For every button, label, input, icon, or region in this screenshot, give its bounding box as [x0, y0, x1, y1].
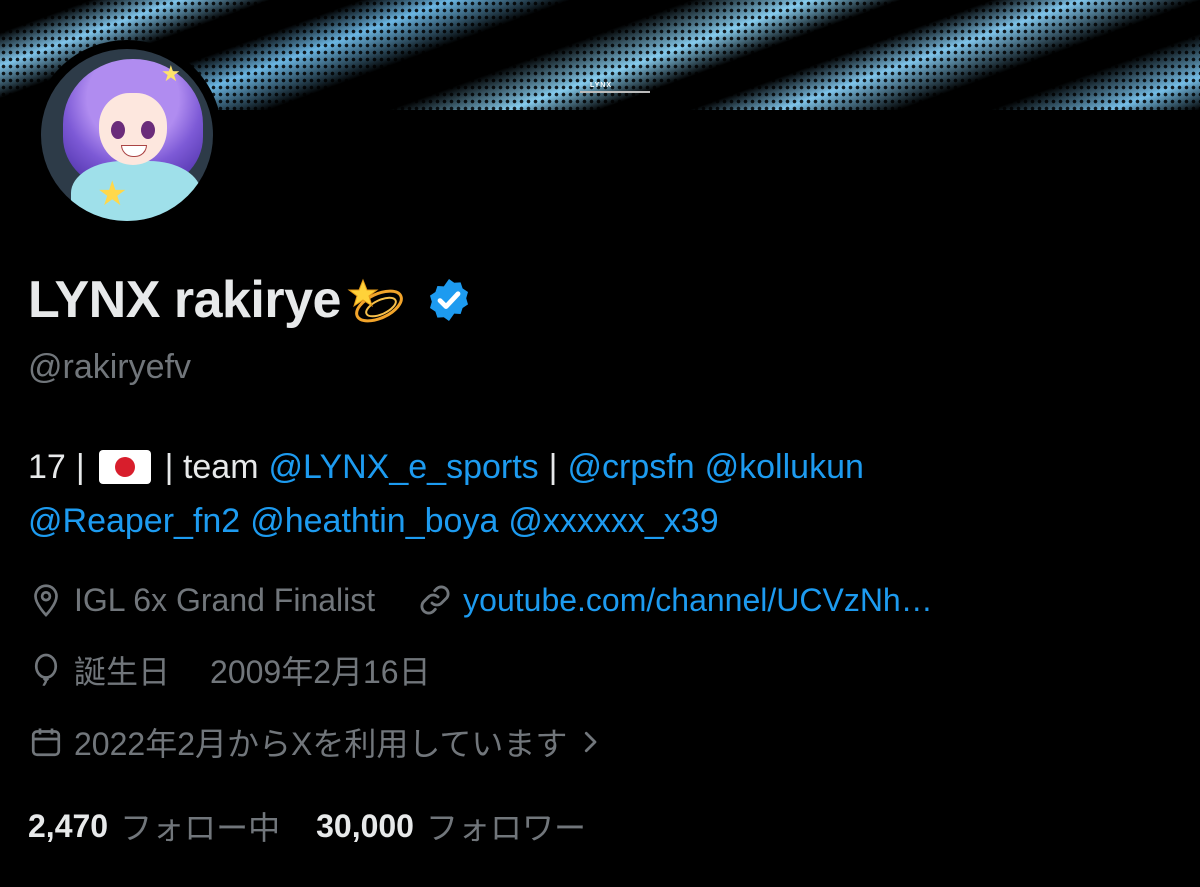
japan-flag-icon	[98, 450, 151, 484]
verified-badge-icon[interactable]	[425, 276, 473, 324]
avatar-star-icon: ★	[97, 175, 128, 213]
banner-tagline	[580, 91, 650, 93]
followers-label: フォロワー	[425, 810, 586, 846]
website-link[interactable]: youtube.com/channel/UCVzNh…	[463, 582, 933, 619]
profile-bio: 17 | | team @LYNX_e_sports | @crpsfn @ko…	[28, 440, 1178, 548]
balloon-icon	[34, 653, 58, 686]
avatar-image: ★ ★	[41, 49, 213, 221]
bio-team-text: | team	[164, 448, 259, 486]
birthday-value: 2009年2月16日	[210, 654, 431, 690]
mention-link[interactable]: @heathtin_boya	[250, 494, 498, 548]
birthday-label: 誕生日	[74, 654, 171, 690]
mention-link[interactable]: @LYNX_e_sports	[269, 440, 539, 494]
display-name: LYNX rakirye	[28, 271, 341, 329]
following-label: フォロー中	[120, 810, 281, 846]
bio-age: 17	[28, 448, 66, 486]
chevron-right-icon[interactable]	[575, 727, 605, 757]
avatar-mouth	[121, 145, 147, 157]
followers-count: 30,000	[316, 807, 414, 844]
mention-link[interactable]: @crpsfn	[568, 440, 695, 494]
profile-meta-joined[interactable]: 2022年2月からXを利用しています	[28, 720, 615, 764]
avatar-right-eye	[141, 121, 155, 139]
banner-logo-text: LYNX	[590, 82, 613, 89]
location-text: IGL 6x Grand Finalist	[74, 581, 376, 618]
following-count: 2,470	[28, 807, 109, 844]
display-name-row: LYNX rakirye	[28, 268, 473, 332]
follow-stats: 2,470 フォロー中 30,000 フォロワー	[28, 804, 586, 848]
avatar-hair-star-icon: ★	[161, 61, 181, 86]
location-pin-icon	[34, 584, 58, 617]
avatar-hoodie	[71, 161, 201, 221]
avatar-face	[99, 93, 167, 165]
calendar-icon	[31, 728, 61, 757]
link-icon	[420, 585, 450, 615]
mention-link[interactable]: @xxxxxx_x39	[508, 494, 718, 548]
banner-logo-mark: LYNX	[580, 82, 650, 102]
avatar[interactable]: ★ ★	[32, 40, 222, 230]
dizzy-star-emoji-icon	[347, 278, 403, 323]
profile-meta-location-website: IGL 6x Grand Finalist youtube.com/channe…	[28, 578, 933, 622]
bio-line-1: 17 | | team @LYNX_e_sports | @crpsfn @ko…	[28, 440, 1178, 494]
profile-handle: @rakiryefv	[28, 348, 191, 386]
bio-separator: |	[75, 448, 85, 486]
bio-separator: |	[548, 448, 558, 486]
joined-text: 2022年2月からXを利用しています	[74, 726, 568, 762]
avatar-left-eye	[111, 121, 125, 139]
following-link[interactable]: 2,470 フォロー中	[28, 803, 280, 849]
bio-line-2: @Reaper_fn2 @heathtin_boya @xxxxxx_x39	[28, 494, 1178, 548]
mention-link[interactable]: @Reaper_fn2	[28, 494, 240, 548]
profile-meta-birthday: 誕生日 2009年2月16日	[28, 648, 431, 692]
followers-link[interactable]: 30,000 フォロワー	[316, 803, 586, 849]
mention-link[interactable]: @kollukun	[705, 440, 864, 494]
